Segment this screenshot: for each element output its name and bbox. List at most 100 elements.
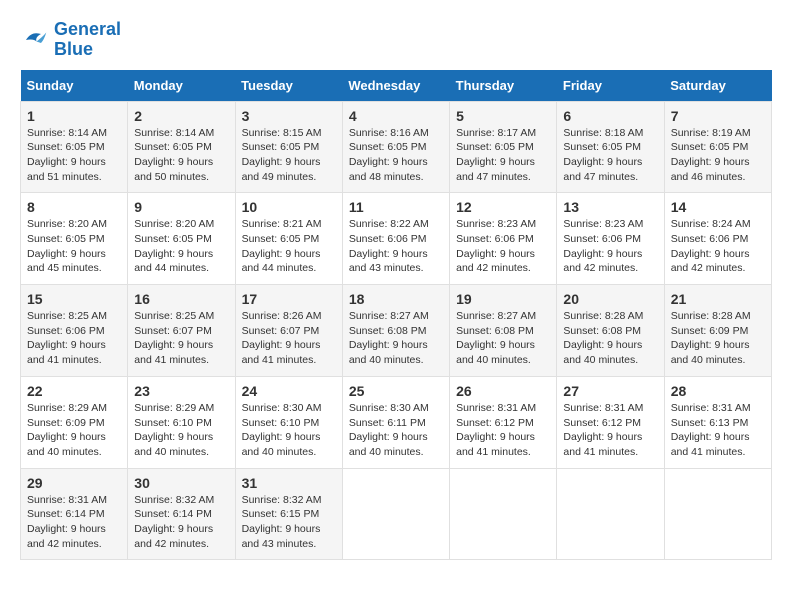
day-number: 4 [349,108,443,124]
calendar-cell: 12 Sunrise: 8:23 AM Sunset: 6:06 PM Dayl… [450,193,557,285]
day-info: Sunrise: 8:27 AM Sunset: 6:08 PM Dayligh… [456,309,550,368]
day-number: 18 [349,291,443,307]
day-number: 24 [242,383,336,399]
calendar-cell: 8 Sunrise: 8:20 AM Sunset: 6:05 PM Dayli… [21,193,128,285]
day-info: Sunrise: 8:30 AM Sunset: 6:10 PM Dayligh… [242,401,336,460]
day-number: 21 [671,291,765,307]
day-info: Sunrise: 8:28 AM Sunset: 6:09 PM Dayligh… [671,309,765,368]
day-number: 28 [671,383,765,399]
calendar-cell: 7 Sunrise: 8:19 AM Sunset: 6:05 PM Dayli… [664,101,771,193]
day-number: 17 [242,291,336,307]
calendar-cell: 29 Sunrise: 8:31 AM Sunset: 6:14 PM Dayl… [21,468,128,560]
day-info: Sunrise: 8:32 AM Sunset: 6:14 PM Dayligh… [134,493,228,552]
day-info: Sunrise: 8:19 AM Sunset: 6:05 PM Dayligh… [671,126,765,185]
day-info: Sunrise: 8:28 AM Sunset: 6:08 PM Dayligh… [563,309,657,368]
calendar-cell: 22 Sunrise: 8:29 AM Sunset: 6:09 PM Dayl… [21,376,128,468]
calendar-cell: 10 Sunrise: 8:21 AM Sunset: 6:05 PM Dayl… [235,193,342,285]
day-info: Sunrise: 8:14 AM Sunset: 6:05 PM Dayligh… [134,126,228,185]
header-saturday: Saturday [664,70,771,102]
day-info: Sunrise: 8:31 AM Sunset: 6:13 PM Dayligh… [671,401,765,460]
day-number: 19 [456,291,550,307]
day-number: 30 [134,475,228,491]
day-number: 6 [563,108,657,124]
calendar-cell: 18 Sunrise: 8:27 AM Sunset: 6:08 PM Dayl… [342,285,449,377]
day-info: Sunrise: 8:20 AM Sunset: 6:05 PM Dayligh… [134,217,228,276]
calendar-cell: 2 Sunrise: 8:14 AM Sunset: 6:05 PM Dayli… [128,101,235,193]
day-number: 9 [134,199,228,215]
day-number: 25 [349,383,443,399]
calendar-cell: 3 Sunrise: 8:15 AM Sunset: 6:05 PM Dayli… [235,101,342,193]
day-info: Sunrise: 8:25 AM Sunset: 6:07 PM Dayligh… [134,309,228,368]
calendar-cell [664,468,771,560]
header-sunday: Sunday [21,70,128,102]
header-wednesday: Wednesday [342,70,449,102]
day-info: Sunrise: 8:14 AM Sunset: 6:05 PM Dayligh… [27,126,121,185]
calendar-cell: 9 Sunrise: 8:20 AM Sunset: 6:05 PM Dayli… [128,193,235,285]
calendar-cell: 27 Sunrise: 8:31 AM Sunset: 6:12 PM Dayl… [557,376,664,468]
day-info: Sunrise: 8:30 AM Sunset: 6:11 PM Dayligh… [349,401,443,460]
calendar-cell: 28 Sunrise: 8:31 AM Sunset: 6:13 PM Dayl… [664,376,771,468]
calendar-cell: 14 Sunrise: 8:24 AM Sunset: 6:06 PM Dayl… [664,193,771,285]
day-info: Sunrise: 8:31 AM Sunset: 6:12 PM Dayligh… [563,401,657,460]
day-number: 23 [134,383,228,399]
day-info: Sunrise: 8:32 AM Sunset: 6:15 PM Dayligh… [242,493,336,552]
day-info: Sunrise: 8:15 AM Sunset: 6:05 PM Dayligh… [242,126,336,185]
calendar-cell: 5 Sunrise: 8:17 AM Sunset: 6:05 PM Dayli… [450,101,557,193]
day-info: Sunrise: 8:24 AM Sunset: 6:06 PM Dayligh… [671,217,765,276]
calendar-cell: 11 Sunrise: 8:22 AM Sunset: 6:06 PM Dayl… [342,193,449,285]
header-tuesday: Tuesday [235,70,342,102]
calendar-cell: 25 Sunrise: 8:30 AM Sunset: 6:11 PM Dayl… [342,376,449,468]
day-number: 11 [349,199,443,215]
day-info: Sunrise: 8:31 AM Sunset: 6:14 PM Dayligh… [27,493,121,552]
calendar-header-row: SundayMondayTuesdayWednesdayThursdayFrid… [21,70,772,102]
calendar-week-row: 8 Sunrise: 8:20 AM Sunset: 6:05 PM Dayli… [21,193,772,285]
calendar-cell: 19 Sunrise: 8:27 AM Sunset: 6:08 PM Dayl… [450,285,557,377]
day-number: 8 [27,199,121,215]
day-number: 16 [134,291,228,307]
day-info: Sunrise: 8:29 AM Sunset: 6:10 PM Dayligh… [134,401,228,460]
day-info: Sunrise: 8:25 AM Sunset: 6:06 PM Dayligh… [27,309,121,368]
day-number: 22 [27,383,121,399]
day-number: 15 [27,291,121,307]
day-number: 31 [242,475,336,491]
calendar-cell: 21 Sunrise: 8:28 AM Sunset: 6:09 PM Dayl… [664,285,771,377]
day-info: Sunrise: 8:16 AM Sunset: 6:05 PM Dayligh… [349,126,443,185]
calendar-cell: 24 Sunrise: 8:30 AM Sunset: 6:10 PM Dayl… [235,376,342,468]
calendar-cell: 26 Sunrise: 8:31 AM Sunset: 6:12 PM Dayl… [450,376,557,468]
header-monday: Monday [128,70,235,102]
calendar-cell: 23 Sunrise: 8:29 AM Sunset: 6:10 PM Dayl… [128,376,235,468]
day-number: 29 [27,475,121,491]
page-header: General Blue [20,20,772,60]
calendar-week-row: 15 Sunrise: 8:25 AM Sunset: 6:06 PM Dayl… [21,285,772,377]
calendar-cell [557,468,664,560]
header-friday: Friday [557,70,664,102]
calendar-cell: 17 Sunrise: 8:26 AM Sunset: 6:07 PM Dayl… [235,285,342,377]
day-number: 3 [242,108,336,124]
day-info: Sunrise: 8:31 AM Sunset: 6:12 PM Dayligh… [456,401,550,460]
day-number: 12 [456,199,550,215]
day-number: 10 [242,199,336,215]
calendar-cell: 31 Sunrise: 8:32 AM Sunset: 6:15 PM Dayl… [235,468,342,560]
day-info: Sunrise: 8:21 AM Sunset: 6:05 PM Dayligh… [242,217,336,276]
day-info: Sunrise: 8:29 AM Sunset: 6:09 PM Dayligh… [27,401,121,460]
calendar-cell [342,468,449,560]
day-number: 7 [671,108,765,124]
calendar-cell: 20 Sunrise: 8:28 AM Sunset: 6:08 PM Dayl… [557,285,664,377]
day-info: Sunrise: 8:18 AM Sunset: 6:05 PM Dayligh… [563,126,657,185]
day-info: Sunrise: 8:27 AM Sunset: 6:08 PM Dayligh… [349,309,443,368]
day-number: 20 [563,291,657,307]
calendar-table: SundayMondayTuesdayWednesdayThursdayFrid… [20,70,772,561]
calendar-cell: 13 Sunrise: 8:23 AM Sunset: 6:06 PM Dayl… [557,193,664,285]
calendar-cell: 30 Sunrise: 8:32 AM Sunset: 6:14 PM Dayl… [128,468,235,560]
day-number: 2 [134,108,228,124]
day-info: Sunrise: 8:22 AM Sunset: 6:06 PM Dayligh… [349,217,443,276]
day-info: Sunrise: 8:20 AM Sunset: 6:05 PM Dayligh… [27,217,121,276]
calendar-cell: 1 Sunrise: 8:14 AM Sunset: 6:05 PM Dayli… [21,101,128,193]
day-number: 5 [456,108,550,124]
calendar-week-row: 1 Sunrise: 8:14 AM Sunset: 6:05 PM Dayli… [21,101,772,193]
header-thursday: Thursday [450,70,557,102]
calendar-cell: 4 Sunrise: 8:16 AM Sunset: 6:05 PM Dayli… [342,101,449,193]
calendar-week-row: 22 Sunrise: 8:29 AM Sunset: 6:09 PM Dayl… [21,376,772,468]
logo-text: General Blue [54,20,121,60]
calendar-cell [450,468,557,560]
